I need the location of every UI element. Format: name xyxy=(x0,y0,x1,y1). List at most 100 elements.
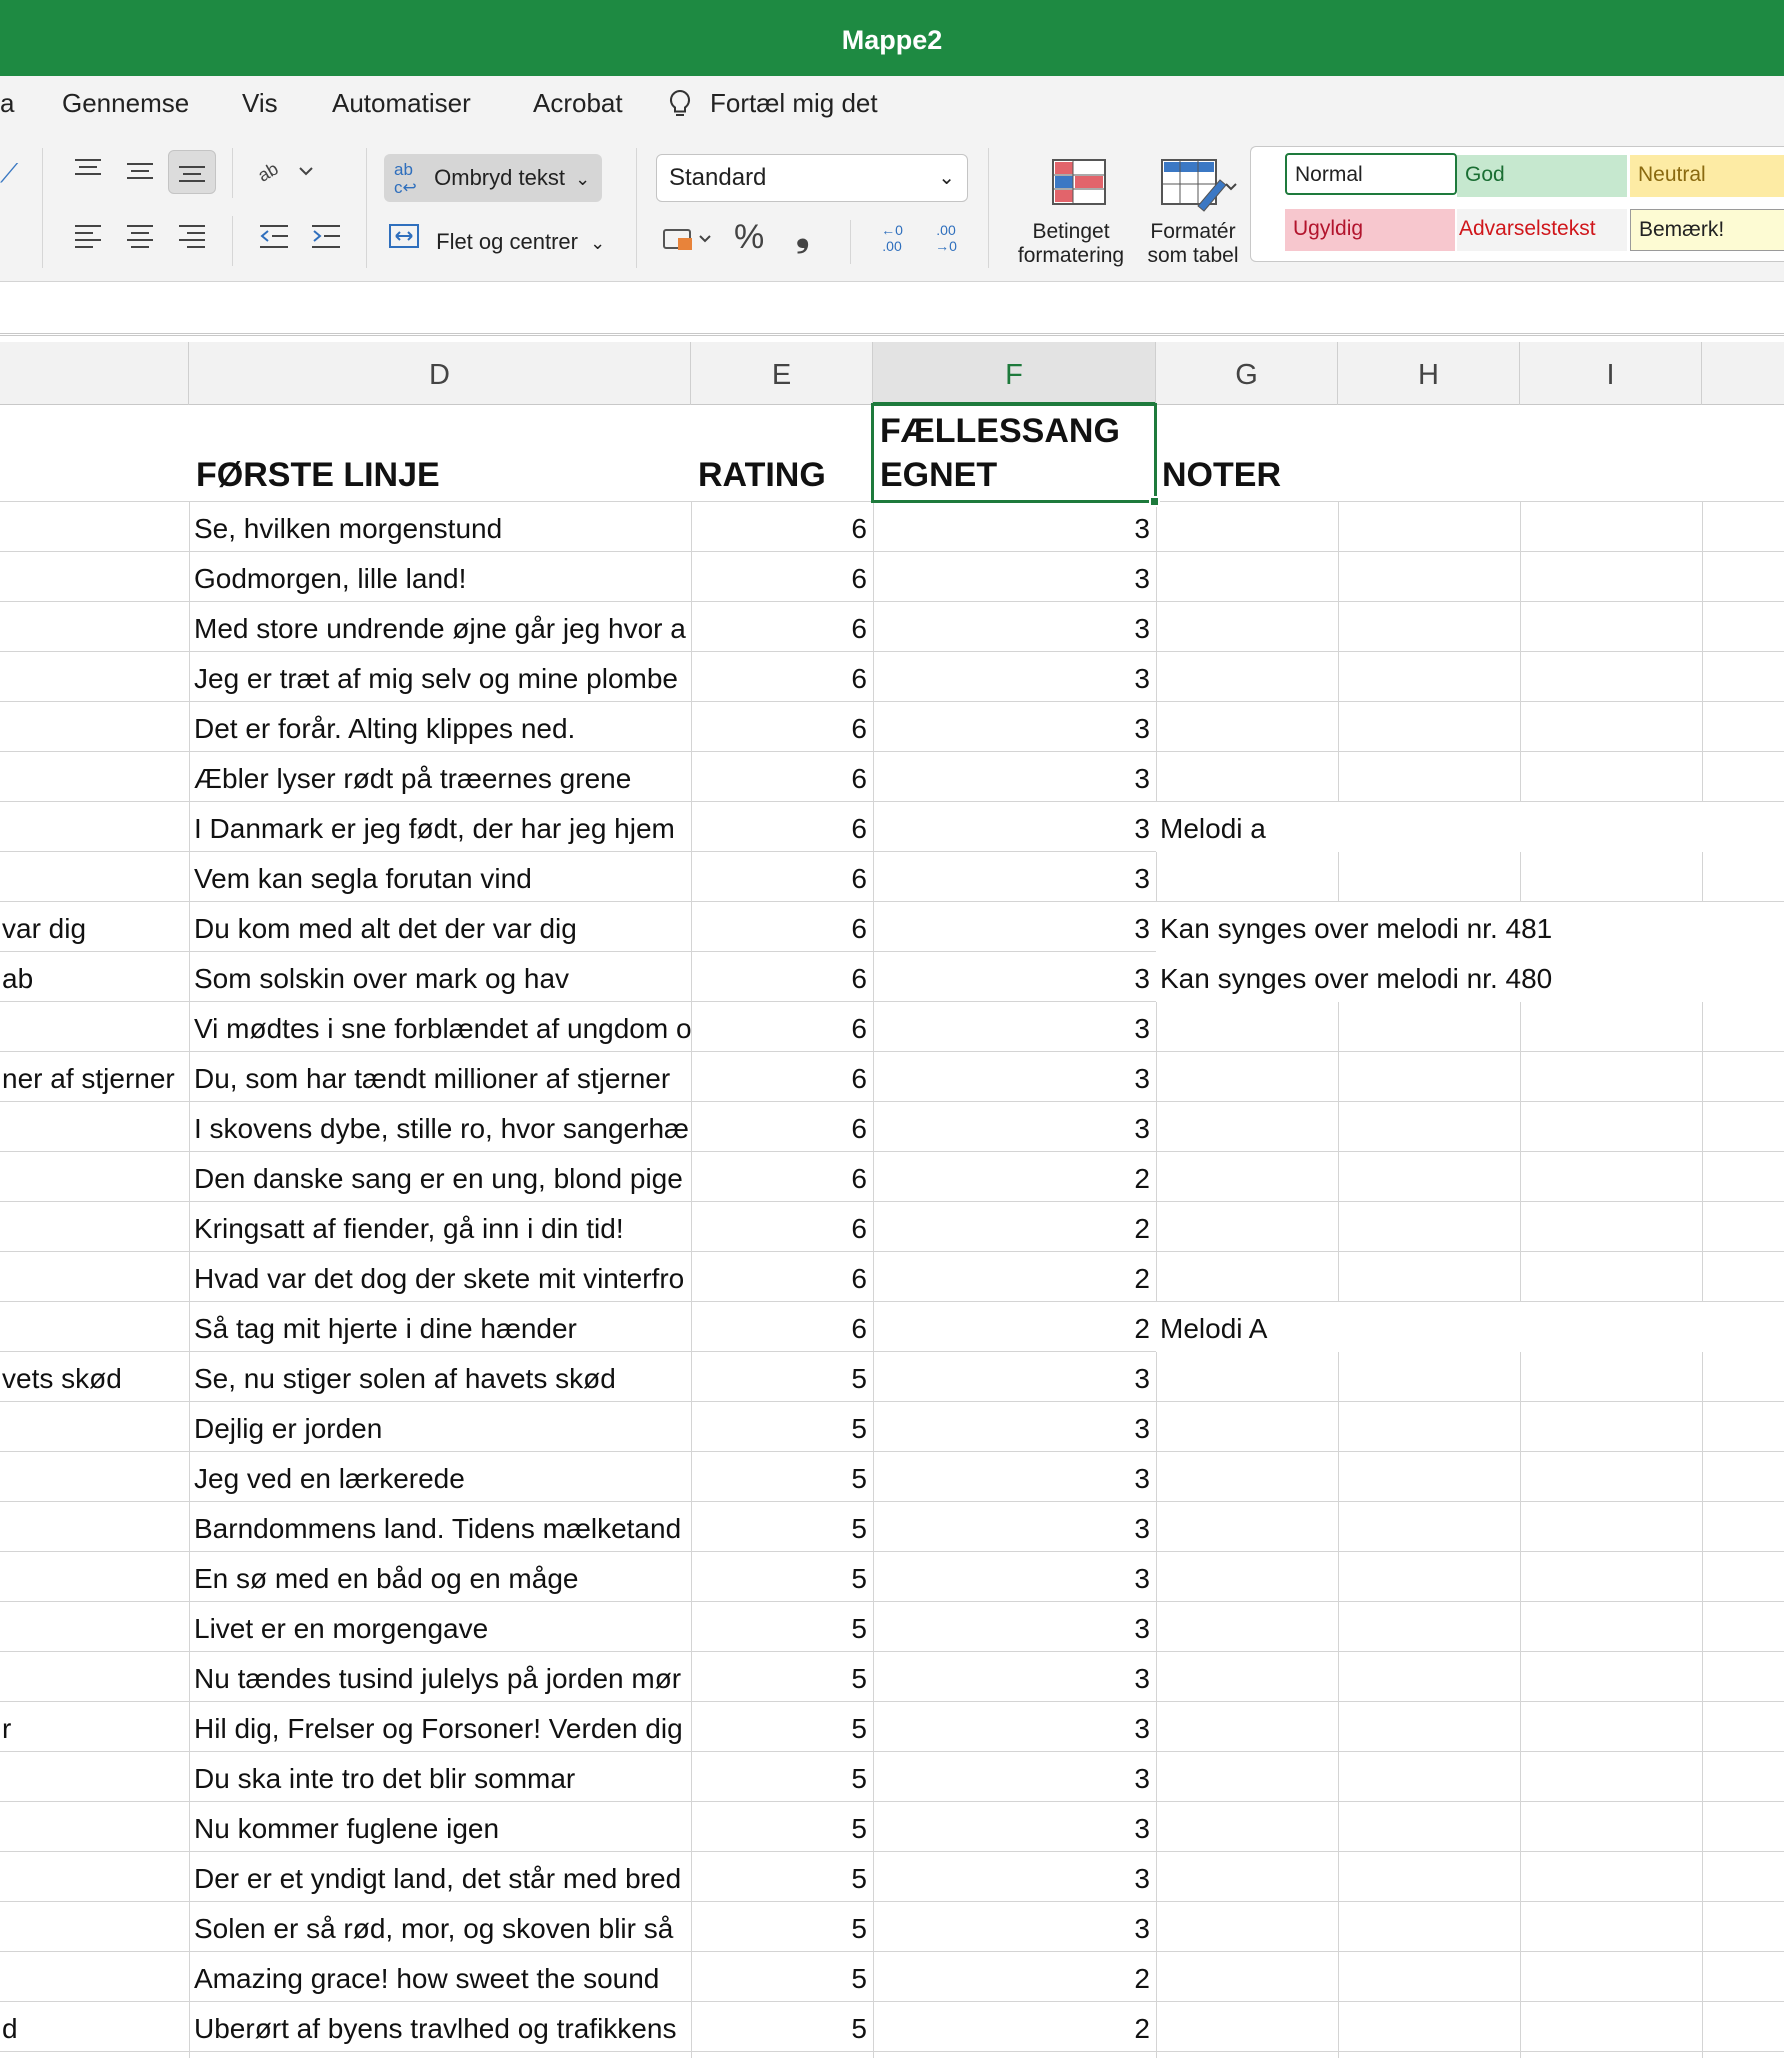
cell-c[interactable] xyxy=(0,1902,189,1952)
cell-g[interactable] xyxy=(1156,2002,1784,2052)
cell-f[interactable]: 3 xyxy=(873,1002,1156,1052)
header-cell-f-line1[interactable]: FÆLLESSANG xyxy=(880,409,1120,453)
cell-c[interactable] xyxy=(0,1102,189,1152)
cell-d[interactable]: Godmorgen, lille land! xyxy=(189,552,691,602)
cell-e[interactable]: 5 xyxy=(691,1902,873,1952)
cell-g[interactable] xyxy=(1156,1952,1784,2002)
cell-g[interactable] xyxy=(1156,1052,1784,1102)
cell-g[interactable] xyxy=(1156,652,1784,702)
cell-f[interactable]: 3 xyxy=(873,552,1156,602)
cell-c[interactable] xyxy=(0,1302,189,1352)
cell-d[interactable]: Æbler lyser rødt på træernes grene xyxy=(189,752,691,802)
cell-d[interactable]: Se, nu stiger solen af havets skød xyxy=(189,1352,691,1402)
cell-f[interactable]: 3 xyxy=(873,1702,1156,1752)
cell-d[interactable]: Du ska inte tro det blir sommar xyxy=(189,1752,691,1802)
cell-g[interactable] xyxy=(1156,1752,1784,1802)
cell-f[interactable]: 3 xyxy=(873,1452,1156,1502)
cell-c[interactable] xyxy=(0,652,189,702)
cell-c[interactable] xyxy=(0,1452,189,1502)
cell-e[interactable]: 5 xyxy=(691,1552,873,1602)
cell-d[interactable]: Som solskin over mark og hav xyxy=(189,952,691,1002)
fill-handle[interactable] xyxy=(1149,496,1160,507)
cell-c[interactable] xyxy=(0,1752,189,1802)
cell-c[interactable] xyxy=(0,602,189,652)
cell-f[interactable]: 3 xyxy=(873,752,1156,802)
cell-g[interactable] xyxy=(1156,1702,1784,1752)
cell-f[interactable]: 3 xyxy=(873,1902,1156,1952)
cell-c[interactable] xyxy=(0,1952,189,2002)
cell-f[interactable]: 3 xyxy=(873,1752,1156,1802)
tell-me-search[interactable]: Fortæl mig det xyxy=(710,88,878,119)
style-neutral[interactable]: Neutral xyxy=(1630,155,1784,197)
cell-f[interactable]: 3 xyxy=(873,1552,1156,1602)
cell-g[interactable] xyxy=(1156,552,1784,602)
cell-g[interactable] xyxy=(1156,1202,1784,1252)
cell-c[interactable]: vets skød xyxy=(0,1352,189,1402)
orientation-icon[interactable]: ab xyxy=(254,156,316,192)
cell-g[interactable] xyxy=(1156,1602,1784,1652)
cell-c[interactable] xyxy=(0,1152,189,1202)
cell-f[interactable]: 3 xyxy=(873,1602,1156,1652)
cell-e[interactable]: 6 xyxy=(691,802,873,852)
cell-d[interactable]: Se, hvilken morgenstund xyxy=(189,502,691,552)
cell-g[interactable] xyxy=(1156,1902,1784,1952)
cell-f[interactable]: 3 xyxy=(873,702,1156,752)
orientation-partial-icon[interactable]: ⟋ xyxy=(0,158,18,188)
cell-e[interactable]: 5 xyxy=(691,1802,873,1852)
cell-f[interactable]: 2 xyxy=(873,1302,1156,1352)
cell-d[interactable]: Dejlig er jorden xyxy=(189,1402,691,1452)
column-header-h[interactable]: H xyxy=(1338,342,1520,405)
cell-g[interactable] xyxy=(1156,502,1784,552)
cell-c[interactable] xyxy=(0,1402,189,1452)
increase-indent-icon[interactable] xyxy=(308,222,344,256)
header-cell-d[interactable]: FØRSTE LINJE xyxy=(196,453,440,497)
cell-e[interactable]: 5 xyxy=(691,1452,873,1502)
cell-f[interactable]: 3 xyxy=(873,1852,1156,1902)
style-ugyldig[interactable]: Ugyldig xyxy=(1285,209,1455,251)
column-header-e[interactable]: E xyxy=(691,342,873,405)
cell-c[interactable] xyxy=(0,1852,189,1902)
cell-d[interactable]: Jeg ved en lærkerede xyxy=(189,1452,691,1502)
cell-f[interactable]: 3 xyxy=(873,852,1156,902)
cell-g[interactable]: Melodi a xyxy=(1156,802,1784,852)
cell-e[interactable]: 5 xyxy=(691,2002,873,2052)
cell-e[interactable]: 6 xyxy=(691,652,873,702)
cell-e[interactable]: 6 xyxy=(691,1252,873,1302)
align-middle-icon[interactable] xyxy=(122,156,158,188)
cell-g[interactable]: Kan synges over melodi nr. 480 xyxy=(1156,952,1784,1002)
cell-f[interactable]: 2 xyxy=(873,1952,1156,2002)
cell-g[interactable] xyxy=(1156,1652,1784,1702)
cell-e[interactable]: 6 xyxy=(691,1002,873,1052)
cell-e[interactable]: 5 xyxy=(691,1602,873,1652)
cell-d[interactable]: Nu kommer fuglene igen xyxy=(189,1802,691,1852)
cell-d[interactable]: Du kom med alt det der var dig xyxy=(189,902,691,952)
cell-d[interactable]: Nu tændes tusind julelys på jorden mør xyxy=(189,1652,691,1702)
cell-d[interactable]: Jeg er træt af mig selv og mine plombe xyxy=(189,652,691,702)
cell-g[interactable] xyxy=(1156,1802,1784,1852)
cell-c[interactable] xyxy=(0,802,189,852)
cell-e[interactable]: 6 xyxy=(691,1052,873,1102)
header-cell-f-line2[interactable]: EGNET xyxy=(880,453,997,497)
cell-f[interactable]: 3 xyxy=(873,1652,1156,1702)
style-advarselstekst[interactable]: Advarselstekst xyxy=(1457,209,1627,251)
header-cell-e[interactable]: RATING xyxy=(698,453,826,497)
cell-d[interactable]: Kringsatt af fiender, gå inn i din tid! xyxy=(189,1202,691,1252)
cell-g[interactable] xyxy=(1156,1002,1784,1052)
cell-d[interactable]: Hil dig, Frelser og Forsoner! Verden dig xyxy=(189,1702,691,1752)
cell-e[interactable]: 6 xyxy=(691,502,873,552)
cell-c[interactable] xyxy=(0,1552,189,1602)
conditional-formatting-button[interactable]: Betinget formatering xyxy=(1006,154,1136,278)
cell-f[interactable]: 3 xyxy=(873,952,1156,1002)
cell-d[interactable]: Vem kan segla forutan vind xyxy=(189,852,691,902)
cell-e[interactable]: 6 xyxy=(691,552,873,602)
cell-d[interactable]: En sø med en båd og en måge xyxy=(189,1552,691,1602)
cell-g[interactable] xyxy=(1156,752,1784,802)
worksheet-grid[interactable]: FØRSTE LINJE RATING FÆLLESSANG EGNET NOT… xyxy=(0,405,1784,2058)
cell-d[interactable]: I Danmark er jeg født, der har jeg hjem xyxy=(189,802,691,852)
cell-f[interactable]: 3 xyxy=(873,1402,1156,1452)
cell-f[interactable]: 3 xyxy=(873,1102,1156,1152)
cell-g[interactable] xyxy=(1156,852,1784,902)
cell-f[interactable]: 3 xyxy=(873,1352,1156,1402)
decrease-indent-icon[interactable] xyxy=(256,222,292,256)
cell-e[interactable]: 6 xyxy=(691,602,873,652)
